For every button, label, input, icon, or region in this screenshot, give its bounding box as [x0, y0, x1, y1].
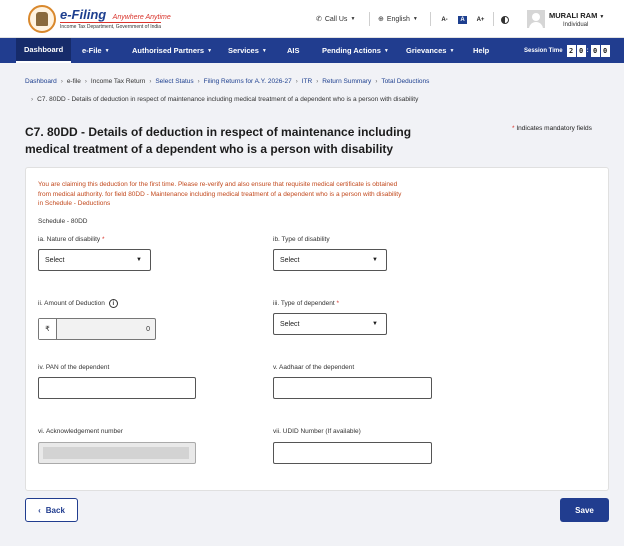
brand-subtitle: Income Tax Department, Government of Ind…: [60, 22, 162, 30]
phone-icon: ✆: [316, 16, 322, 23]
info-icon[interactable]: i: [108, 299, 118, 308]
session-digit: 2: [566, 44, 576, 57]
chevron-down-icon: ▼: [449, 47, 455, 54]
warning-message: You are claiming this deduction for the …: [38, 181, 402, 207]
nav-authorised-partners[interactable]: Authorised Partners ▼: [132, 38, 212, 63]
chevron-down-icon: ▼: [207, 47, 213, 54]
language-selector[interactable]: ⊕ English ▼: [378, 15, 418, 24]
emblem-logo-icon: [28, 5, 56, 33]
amount-of-deduction-label: ii. Amount of Deduction i: [38, 299, 118, 308]
chevron-right-icon: ›: [375, 79, 378, 85]
breadcrumb-filing-returns[interactable]: Filing Returns for A.Y. 2026-27: [204, 78, 292, 85]
amount-of-deduction-input[interactable]: ₹ 0: [38, 318, 156, 340]
divider: [493, 12, 494, 26]
brand-name: e-Filing: [60, 7, 107, 22]
acknowledgement-number-field: [38, 442, 196, 464]
breadcrumb: Dashboard › e-file › Income Tax Return › Selec…: [25, 78, 429, 85]
breadcrumb-return-summary[interactable]: Return Summary: [322, 78, 371, 85]
aadhaar-of-dependent-label: v. Aadhaar of the dependent: [273, 364, 355, 371]
text-size-normal-button[interactable]: A: [458, 16, 467, 24]
pan-of-dependent-input[interactable]: [38, 377, 196, 399]
nav-dashboard[interactable]: Dashboard: [16, 38, 72, 63]
chevron-left-icon: ‹: [38, 505, 41, 515]
caret-down-icon: ▼: [372, 257, 378, 263]
breadcrumb-itr[interactable]: ITR: [302, 78, 312, 85]
nav-grievances[interactable]: Grievances ▼: [406, 38, 454, 63]
breadcrumb-dashboard[interactable]: Dashboard: [25, 78, 57, 85]
aadhaar-of-dependent-input[interactable]: [273, 377, 432, 399]
back-label: Back: [45, 505, 65, 515]
breadcrumb-select-status[interactable]: Select Status: [155, 78, 193, 85]
type-of-disability-label: ib. Type of disability: [273, 236, 330, 243]
call-us-label: Call Us: [324, 15, 348, 23]
nav-ais[interactable]: AIS: [287, 38, 300, 63]
chevron-right-icon: ›: [31, 96, 34, 103]
back-button[interactable]: ‹ Back: [25, 498, 78, 522]
breadcrumb-e-file: e-file: [66, 78, 81, 85]
session-label: Session Time: [524, 47, 563, 54]
save-button[interactable]: Save: [560, 498, 609, 522]
divider: [369, 12, 370, 26]
chevron-right-icon: ›: [84, 79, 87, 85]
nav-help[interactable]: Help: [473, 38, 489, 63]
globe-icon: ⊕: [378, 16, 384, 23]
mandatory-note: * Indicates mandatory fields: [512, 125, 592, 132]
chevron-down-icon: ▼: [412, 16, 418, 22]
top-header: e-Filing Anywhere Anytime Income Tax Dep…: [0, 0, 624, 38]
text-size-increase-button[interactable]: A+: [476, 16, 485, 24]
chevron-right-icon: ›: [60, 79, 63, 85]
nav-e-file[interactable]: e-File ▼: [82, 38, 110, 63]
udid-number-input[interactable]: [273, 442, 432, 464]
divider: [430, 12, 431, 26]
brand-tagline: Anywhere Anytime: [112, 14, 171, 21]
chevron-right-icon: ›: [295, 79, 298, 85]
type-of-disability-select[interactable]: Select ▼: [273, 249, 387, 271]
type-of-dependent-select[interactable]: Select ▼: [273, 313, 387, 335]
user-role: Individual: [563, 22, 589, 28]
nature-of-disability-select[interactable]: Select ▼: [38, 249, 151, 271]
avatar[interactable]: [527, 10, 545, 28]
udid-number-label: vii. UDID Number (If available): [273, 428, 361, 435]
session-timer: Session Time 20:00: [524, 38, 610, 63]
session-digit: 0: [600, 44, 610, 57]
main-nav: Dashboard e-File ▼ Authorised Partners ▼ S…: [0, 38, 624, 63]
chevron-down-icon: ▼: [383, 47, 389, 54]
chevron-right-icon: ›: [149, 79, 152, 85]
session-digit: 0: [576, 44, 586, 57]
call-us-link[interactable]: ✆ Call Us ▼: [316, 15, 356, 24]
pan-of-dependent-label: iv. PAN of the dependent: [38, 364, 110, 371]
user-icon: [532, 13, 540, 21]
caret-down-icon: ▼: [136, 257, 142, 263]
chevron-down-icon: ▼: [104, 47, 110, 54]
session-digit: 0: [590, 44, 600, 57]
type-of-dependent-label: iii. Type of dependent *: [273, 300, 340, 307]
form-card: You are claiming this deduction for the …: [25, 167, 609, 491]
chevron-down-icon: ▼: [350, 16, 356, 22]
language-label: English: [386, 15, 410, 23]
schedule-label: Schedule - 80DD: [38, 218, 88, 225]
caret-down-icon: ▼: [372, 321, 378, 327]
chevron-down-icon: ▼: [261, 47, 267, 54]
breadcrumb-total-deductions[interactable]: Total Deductions: [381, 78, 429, 85]
nav-pending-actions[interactable]: Pending Actions ▼: [322, 38, 389, 63]
user-name[interactable]: MURALI RAM ▼: [549, 11, 604, 20]
chevron-right-icon: ›: [316, 79, 319, 85]
contrast-toggle-icon[interactable]: [501, 16, 509, 24]
amount-value: 0: [146, 325, 150, 333]
chevron-right-icon: ›: [197, 79, 200, 85]
breadcrumb-income-tax-return: Income Tax Return: [90, 78, 146, 85]
text-size-decrease-button[interactable]: A-: [440, 16, 449, 24]
nature-of-disability-label: ia. Nature of disability *: [38, 236, 105, 243]
breadcrumb-current: › C7. 80DD - Details of deduction in resp…: [31, 96, 419, 103]
nav-services[interactable]: Services ▼: [228, 38, 267, 63]
chevron-down-icon: ▼: [599, 14, 605, 20]
rupee-icon: ₹: [39, 319, 57, 339]
page-title: C7. 80DD - Details of deduction in respe…: [25, 125, 412, 156]
acknowledgement-number-label: vi. Acknowledgement number: [38, 428, 123, 435]
